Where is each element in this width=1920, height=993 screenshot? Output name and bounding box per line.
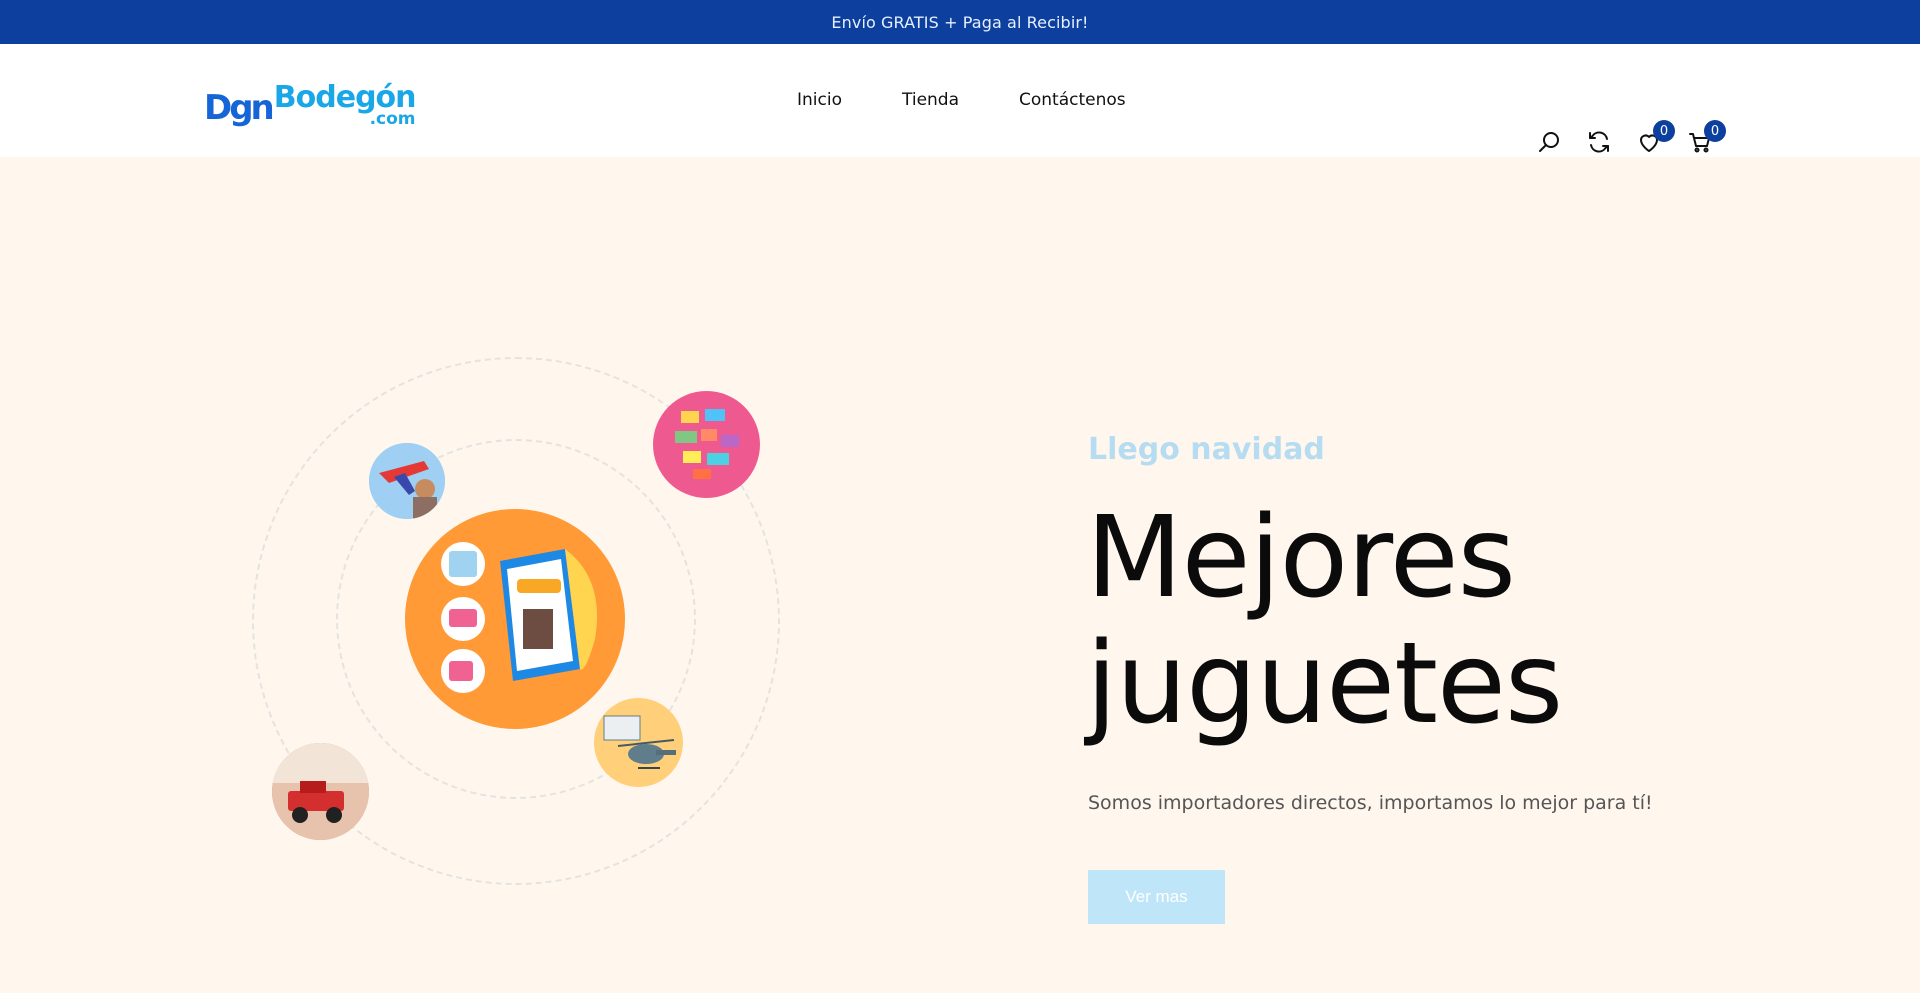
toy-jeep-product[interactable] <box>272 743 369 840</box>
wishlist-count-badge: 0 <box>1653 120 1675 142</box>
site-header: Dgn Bodegón .com Inicio Tienda Contácten… <box>0 44 1920 157</box>
compare-icon[interactable] <box>1587 130 1613 156</box>
hero-eyebrow: Llego navidad <box>1088 432 1325 467</box>
toy-helicopter-product[interactable] <box>594 698 683 787</box>
announcement-text: Envío GRATIS + Paga al Recibir! <box>831 12 1089 32</box>
ver-mas-button[interactable]: Ver mas <box>1088 870 1225 924</box>
nav-item-tienda[interactable]: Tienda <box>902 90 959 110</box>
hero-banner: Llego navidad Mejores juguetes Somos imp… <box>0 157 1920 993</box>
wishlist-button[interactable]: 0 <box>1637 120 1675 156</box>
cart-button[interactable]: 0 <box>1688 120 1726 156</box>
nav-item-contactenos[interactable]: Contáctenos <box>1019 90 1126 110</box>
logo-domain: .com <box>369 109 416 129</box>
toy-plane-product[interactable] <box>369 443 445 519</box>
search-icon[interactable] <box>1537 130 1563 156</box>
nav-item-inicio[interactable]: Inicio <box>797 90 842 110</box>
logo-wordmark: Bodegón .com <box>274 83 417 129</box>
site-logo[interactable]: Dgn Bodegón .com <box>204 78 417 129</box>
cart-count-badge: 0 <box>1704 120 1726 142</box>
main-nav: Inicio Tienda Contáctenos <box>797 90 1186 110</box>
announcement-bar: Envío GRATIS + Paga al Recibir! <box>0 0 1920 44</box>
hero-subtitle: Somos importadores directos, importamos … <box>1088 792 1653 814</box>
hero-headline-line-1: Mejores <box>1086 493 1516 623</box>
featured-product-image[interactable] <box>405 509 625 729</box>
building-blocks-product[interactable] <box>653 391 760 498</box>
hero-headline-line-2: juguetes <box>1086 619 1563 749</box>
hero-headline: Mejores juguetes <box>1086 493 1563 749</box>
logo-mark: Dgn <box>204 88 275 128</box>
